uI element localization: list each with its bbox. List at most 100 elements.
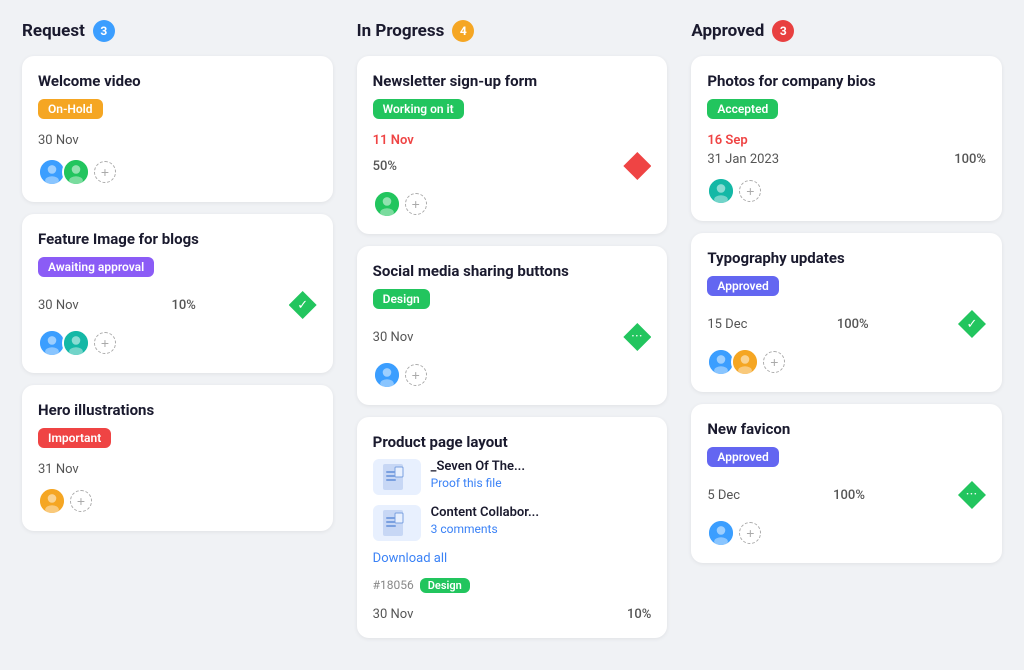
avatar <box>373 190 401 218</box>
card-card-newsletter[interactable]: Newsletter sign-up form Working on it 11 N… <box>357 56 668 234</box>
card-date-top-row: 16 Sep <box>707 129 986 148</box>
card-tag: Working on it <box>373 99 464 119</box>
card-card-photos-company[interactable]: Photos for company bios Accepted 16 Sep 31 … <box>691 56 1002 221</box>
column-approved: Approved 3 Photos for company bios Accepted… <box>691 20 1002 650</box>
avatar-row: + <box>38 158 317 186</box>
card-tag: Approved <box>707 447 778 467</box>
card-title: Newsletter sign-up form <box>373 72 652 90</box>
card-tag: Design <box>373 289 430 309</box>
card-bottom-row: 50% <box>373 152 652 180</box>
card-title: Typography updates <box>707 249 986 267</box>
card-bottom-row: 5 Dec100%··· <box>707 481 986 509</box>
column-title-in-progress: In Progress <box>357 21 445 41</box>
proof-file-link[interactable]: Proof this file <box>431 476 525 490</box>
card-bottom-row: 30 Nov10% <box>373 607 652 622</box>
card-date: 30 Nov <box>373 330 414 345</box>
column-in-progress: In Progress 4 Newsletter sign-up form Worki… <box>357 20 668 650</box>
card-bottom-row: 15 Dec 100% ✓ <box>707 310 986 338</box>
card-tag: Important <box>38 428 111 448</box>
card-id-tag: Design <box>420 578 470 593</box>
card-id-label: #18056 <box>373 578 414 592</box>
file-name: _Seven Of The... <box>431 459 525 474</box>
priority-icon <box>623 152 651 180</box>
card-percent: 10% <box>172 298 196 313</box>
add-member-button[interactable]: + <box>70 490 92 512</box>
add-member-button[interactable]: + <box>739 522 761 544</box>
card-card-hero-illustrations[interactable]: Hero illustrations Important 31 Nov + <box>22 385 333 531</box>
file-comments-link[interactable]: 3 comments <box>431 522 539 536</box>
file-attachment: Content Collabor... 3 comments <box>373 505 652 541</box>
card-tag: On-Hold <box>38 99 103 119</box>
column-header-approved: Approved 3 <box>691 20 1002 42</box>
card-bottom-row: 30 Nov <box>38 133 317 148</box>
avatar <box>731 348 759 376</box>
file-info: Content Collabor... 3 comments <box>431 505 539 536</box>
kanban-board: Request3Welcome videoOn-Hold30 Nov +Feat… <box>22 20 1002 650</box>
card-percent: 50% <box>373 159 397 174</box>
file-thumbnail <box>373 505 421 541</box>
add-member-button[interactable]: + <box>763 351 785 373</box>
card-tag: Accepted <box>707 99 778 119</box>
card-id-row: #18056 Design <box>373 574 652 603</box>
avatar <box>373 361 401 389</box>
column-request: Request3Welcome videoOn-Hold30 Nov +Feat… <box>22 20 333 650</box>
card-title: New favicon <box>707 420 986 438</box>
avatar-row: + <box>38 487 317 515</box>
column-badge-in-progress: 4 <box>452 20 474 42</box>
add-member-button[interactable]: + <box>94 161 116 183</box>
card-title: Photos for company bios <box>707 72 986 90</box>
card-date: 30 Nov <box>38 298 79 313</box>
avatar-row: + <box>707 348 986 376</box>
add-member-button[interactable]: + <box>94 332 116 354</box>
card-title: Product page layout <box>373 433 652 451</box>
card-tag: Awaiting approval <box>38 257 154 277</box>
column-header-request: Request3 <box>22 20 333 42</box>
column-header-in-progress: In Progress 4 <box>357 20 668 42</box>
card-title: Social media sharing buttons <box>373 262 652 280</box>
card-date-top-row: 11 Nov <box>373 129 652 148</box>
avatar-row: + <box>373 190 652 218</box>
card-percent: 100% <box>954 152 986 167</box>
card-date-top: 16 Sep <box>707 133 747 148</box>
file-attachment: _Seven Of The... Proof this file <box>373 459 652 495</box>
avatar-row: + <box>707 519 986 547</box>
file-name: Content Collabor... <box>431 505 539 520</box>
card-bottom-row: 30 Nov ··· <box>373 323 652 351</box>
card-card-product-page[interactable]: Product page layout _Seven Of The... Proo… <box>357 417 668 638</box>
dots-icon: ··· <box>623 323 651 351</box>
card-title: Hero illustrations <box>38 401 317 419</box>
add-member-button[interactable]: + <box>405 193 427 215</box>
card-date: 15 Dec <box>707 317 747 332</box>
card-card-feature-image[interactable]: Feature Image for blogsAwaiting approval… <box>22 214 333 373</box>
column-badge-approved: 3 <box>772 20 794 42</box>
card-date: 31 Jan 2023 <box>707 152 779 167</box>
card-bottom-row: 31 Nov <box>38 462 317 477</box>
card-percent: 100% <box>837 317 869 332</box>
card-card-social-media[interactable]: Social media sharing buttons Design 30 Nov… <box>357 246 668 405</box>
column-title-request: Request <box>22 21 85 41</box>
card-title: Welcome video <box>38 72 317 90</box>
check-icon: ✓ <box>289 291 317 319</box>
card-date: 30 Nov <box>38 133 79 148</box>
avatar <box>62 329 90 357</box>
avatar <box>707 519 735 547</box>
dots-icon: ··· <box>958 481 986 509</box>
add-member-button[interactable]: + <box>405 364 427 386</box>
column-title-approved: Approved <box>691 21 764 41</box>
card-percent: 100% <box>833 488 865 503</box>
download-all-link[interactable]: Download all <box>373 551 652 566</box>
card-bottom-row: 31 Jan 2023 100% <box>707 152 986 167</box>
card-date: 31 Nov <box>38 462 79 477</box>
card-percent: 10% <box>627 607 651 622</box>
avatar-row: + <box>707 177 986 205</box>
avatar <box>707 177 735 205</box>
card-tag: Approved <box>707 276 778 296</box>
card-card-new-favicon[interactable]: New faviconApproved5 Dec100%··· + <box>691 404 1002 563</box>
card-date-top: 11 Nov <box>373 133 414 148</box>
file-thumbnail <box>373 459 421 495</box>
card-card-welcome-video[interactable]: Welcome video On-Hold 30 Nov + <box>22 56 333 202</box>
add-member-button[interactable]: + <box>739 180 761 202</box>
check-icon: ✓ <box>958 310 986 338</box>
card-card-typography[interactable]: Typography updates Approved 15 Dec 100% ✓ + <box>691 233 1002 392</box>
card-bottom-row: 30 Nov 10% ✓ <box>38 291 317 319</box>
